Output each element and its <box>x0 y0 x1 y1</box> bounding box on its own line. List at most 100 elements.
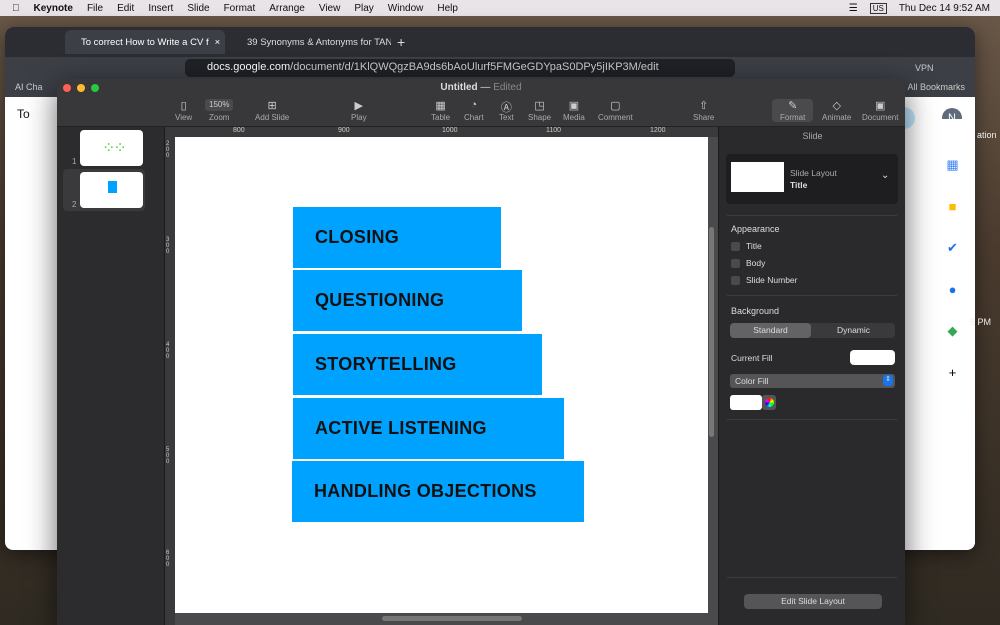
ruler-tick: 200 <box>166 141 170 159</box>
shape-button[interactable]: ◳ Shape <box>528 99 551 122</box>
play-button[interactable]: ▶ Play <box>351 99 367 122</box>
menu-format[interactable]: Format <box>224 3 256 14</box>
calendar-icon[interactable]: ▦ <box>946 157 958 173</box>
ruler-tick: 800 <box>233 127 245 134</box>
label: Chart <box>464 113 484 122</box>
step-questioning[interactable]: QUESTIONING <box>293 270 522 331</box>
label: Document <box>862 113 899 122</box>
zoom-window-button[interactable] <box>91 84 99 92</box>
fill-color-well[interactable] <box>730 395 762 410</box>
label: Animate <box>822 113 852 122</box>
wifi-icon[interactable]: ☰ <box>849 3 858 14</box>
tasks-icon[interactable]: ✔ <box>947 240 958 256</box>
bookmark-item[interactable]: AI Cha <box>15 82 43 94</box>
dynamic-segment[interactable]: Dynamic <box>812 323 895 338</box>
comment-icon: ▢ <box>610 100 621 112</box>
table-button[interactable]: ▦ Table <box>431 99 450 122</box>
tab-google-doc[interactable]: To correct How to Write a CV f × <box>65 30 225 54</box>
zoom-value: 150% <box>205 99 234 111</box>
zoom-select[interactable]: 150% Zoom <box>205 99 234 122</box>
add-icon[interactable]: + <box>949 365 957 380</box>
toolbar: docs.google.com/document/d/1KlQWQgzBA9ds… <box>5 57 975 79</box>
slide-thumbnail-2[interactable] <box>80 172 143 208</box>
step-storytelling[interactable]: STORYTELLING <box>293 334 542 395</box>
standard-segment[interactable]: Standard <box>730 323 811 338</box>
label: Text <box>499 113 514 122</box>
vpn-button[interactable]: VPN <box>915 63 934 73</box>
text-icon: Ⓐ <box>500 102 512 114</box>
horizontal-scrollbar[interactable] <box>382 616 522 621</box>
background-segmented-control: Standard Dynamic <box>730 323 895 338</box>
chart-icon: ◔ <box>470 99 478 111</box>
menu-insert[interactable]: Insert <box>148 3 173 14</box>
minimize-button[interactable] <box>77 84 85 92</box>
contacts-icon[interactable]: ● <box>949 282 957 297</box>
format-button[interactable]: ✎ Format <box>772 99 814 122</box>
keep-icon[interactable]: ■ <box>949 199 957 214</box>
document-button[interactable]: ▣ Document <box>862 99 898 122</box>
apple-menu-icon[interactable]:  <box>12 3 20 14</box>
menu-window[interactable]: Window <box>388 3 424 14</box>
slide-thumbnail-1[interactable]: ⁘⁘ <box>80 130 143 166</box>
animate-button[interactable]: ◇ Animate <box>822 99 851 122</box>
view-button[interactable]: ▯ View <box>175 99 192 122</box>
view-icon: ▯ <box>180 100 187 112</box>
new-tab-button[interactable]: + <box>397 34 405 50</box>
menu-file[interactable]: File <box>87 3 103 14</box>
all-bookmarks[interactable]: All Bookmarks <box>907 82 965 94</box>
background-heading: Background <box>731 306 780 316</box>
menu-help[interactable]: Help <box>437 3 458 14</box>
menu-arrange[interactable]: Arrange <box>269 3 305 14</box>
label: Body <box>746 258 766 268</box>
chart-button[interactable]: ◔ Chart <box>464 99 484 122</box>
clock[interactable]: Thu Dec 14 9:52 AM <box>899 3 990 14</box>
close-window-button[interactable] <box>63 84 71 92</box>
ruler-tick: 1100 <box>546 127 562 134</box>
menu-edit[interactable]: Edit <box>117 3 134 14</box>
menu-slide[interactable]: Slide <box>187 3 209 14</box>
share-button[interactable]: ⇧ Share <box>693 99 714 122</box>
menu-play[interactable]: Play <box>354 3 373 14</box>
fill-type-select[interactable]: Color Fill ⇕ <box>730 374 895 388</box>
close-icon[interactable]: × <box>215 37 221 48</box>
vertical-scrollbar[interactable] <box>709 227 714 437</box>
current-fill-swatch[interactable] <box>850 350 895 365</box>
divider <box>727 577 897 578</box>
menu-app[interactable]: Keynote <box>34 3 73 14</box>
step-handling-objections[interactable]: HANDLING OBJECTIONS <box>292 461 584 522</box>
layout-value: Title <box>790 180 808 190</box>
label: Zoom <box>209 113 230 122</box>
text-button[interactable]: Ⓐ Text <box>499 99 514 122</box>
current-fill-label: Current Fill <box>731 353 773 363</box>
ruler-tick: 300 <box>166 237 170 255</box>
keynote-window: Untitled — Edited ▯ View 150% Zoom ⊞ Add Sl… <box>57 79 905 625</box>
vertical-ruler: 200 300 400 500 600 <box>165 137 175 625</box>
tab-label: 39 Synonyms & Antonyms for TANG <box>247 36 391 48</box>
address-bar[interactable]: docs.google.com/document/d/1KlQWQgzBA9ds… <box>185 59 735 77</box>
edit-slide-layout-button[interactable]: Edit Slide Layout <box>744 594 882 609</box>
slide-number-checkbox[interactable]: Slide Number <box>731 275 798 285</box>
input-source[interactable]: US <box>869 2 887 14</box>
body-checkbox[interactable]: Body <box>731 258 765 268</box>
color-wheel-button[interactable] <box>762 395 776 410</box>
step-closing[interactable]: CLOSING <box>293 207 501 268</box>
share-icon: ⇧ <box>699 100 709 112</box>
maps-icon[interactable]: ◆ <box>948 323 958 339</box>
edited-status: Edited <box>493 82 522 93</box>
slide-navigator: ⁘⁘ 1 2 <box>57 127 165 625</box>
slide-layout-picker[interactable]: Slide Layout Title ⌄ <box>726 154 898 204</box>
cluster-icon: ⁘⁘ <box>102 140 127 157</box>
doc-title[interactable]: To <box>17 107 30 121</box>
title-checkbox[interactable]: Title <box>731 241 762 251</box>
step-active-listening[interactable]: ACTIVE LISTENING <box>293 398 564 459</box>
slide-canvas: CLOSING QUESTIONING STORYTELLING ACTIVE … <box>175 137 718 625</box>
slide[interactable]: CLOSING QUESTIONING STORYTELLING ACTIVE … <box>175 137 708 613</box>
tab-bar: To correct How to Write a CV f × 39 Synon… <box>5 27 975 57</box>
label: Slide Number <box>746 275 798 285</box>
comment-button[interactable]: ▢ Comment <box>598 99 633 122</box>
media-button[interactable]: ▣ Media <box>563 99 585 122</box>
add-slide-button[interactable]: ⊞ Add Slide <box>255 99 289 122</box>
menu-view[interactable]: View <box>319 3 341 14</box>
tab-synonyms[interactable]: 39 Synonyms & Antonyms for TANG <box>231 30 391 54</box>
color-wheel-icon <box>765 398 774 407</box>
